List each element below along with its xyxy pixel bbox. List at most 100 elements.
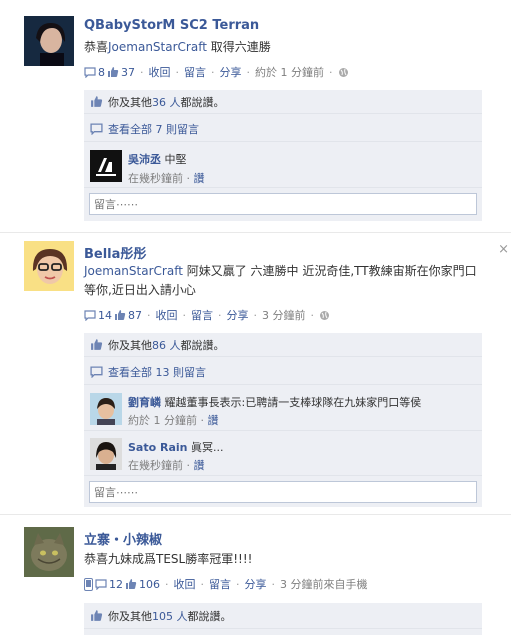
globe-icon [338, 67, 348, 77]
likers-link[interactable]: 105 人 [152, 608, 188, 624]
comment-body: 劉育嶙 耀越董事長表示:已聘請一支棒球隊在九妹家門口等侯 [128, 394, 421, 410]
thumbs-up-icon [126, 579, 137, 589]
separator: · [165, 577, 169, 591]
post-meta: 14 87 · 收回 · 留言 · 分享 · 3 分鐘前 · [84, 307, 330, 323]
timestamp[interactable]: 3 分鐘前 [262, 307, 306, 323]
like-count[interactable]: 37 [121, 66, 135, 79]
comment-count[interactable]: 14 [98, 309, 112, 322]
message-text: 恭喜 [84, 40, 109, 54]
separator: · [182, 308, 187, 322]
comment-timestamp[interactable]: 在幾秒鐘前 [128, 172, 183, 185]
like-count[interactable]: 106 [139, 578, 160, 591]
poster-name[interactable]: QBabyStorM SC2 Terran [84, 18, 259, 33]
avatar[interactable] [24, 241, 74, 291]
likers-link[interactable]: 36 人 [152, 94, 181, 110]
thumbs-up-icon [91, 339, 103, 350]
feed-story-1: QBabyStorM SC2 Terran 恭喜JoemanStarCraft … [0, 0, 511, 232]
comment-icon [90, 122, 103, 135]
avatar[interactable] [24, 527, 74, 577]
thumbs-up-icon [91, 610, 103, 621]
mobile-phone-icon [84, 577, 93, 591]
comment-input[interactable] [89, 193, 477, 215]
commenter-avatar[interactable] [90, 393, 122, 425]
comment-icon [95, 578, 107, 590]
timestamp[interactable]: 3 分鐘前來自手機 [280, 576, 368, 592]
feed-story-3: 立寨・小辣椒 恭喜九妹成爲TESL勝率冠軍!!!! 12 106 · 收回 · … [0, 515, 511, 635]
unlike-link[interactable]: 收回 [156, 307, 178, 323]
separator: · [310, 308, 315, 322]
globe-icon [320, 310, 329, 320]
comment-item: 吳沛丞 中堅 在幾秒鐘前 · 讚 [84, 144, 482, 188]
likers-link[interactable]: 86 人 [152, 337, 181, 353]
comment-body: 吳沛丞 中堅 [128, 151, 187, 167]
separator: · [200, 577, 205, 591]
comment-panel: 你及其他 105 人都說讚。 [84, 603, 482, 635]
post-meta: 12 106 · 收回 · 留言 · 分享 · 3 分鐘前來自手機 [84, 576, 368, 592]
likes-summary: 你及其他 36 人都說讚。 [84, 90, 482, 114]
comment-panel: 你及其他 36 人都說讚。 查看全部 7 則留言 吳沛丞 中堅 在幾秒鐘前 · … [84, 90, 482, 221]
comment-meta: 在幾秒鐘前 · 讚 [128, 172, 205, 185]
unlike-link[interactable]: 收回 [149, 64, 171, 80]
comment-meta: 在幾秒鐘前 · 讚 [128, 459, 205, 472]
commenter-name[interactable]: 吳沛丞 [128, 153, 161, 166]
post-message: 恭喜九妹成爲TESL勝率冠軍!!!! [84, 552, 253, 566]
commenter-avatar[interactable] [90, 438, 122, 470]
view-all-comments[interactable]: 查看全部 7 則留言 [84, 116, 482, 142]
like-count[interactable]: 87 [128, 309, 142, 322]
view-all-comments-link[interactable]: 查看全部 7 則留言 [108, 121, 199, 137]
feed-story-2: Bella彤彤 JoemanStarCraft 阿妹又贏了 六連勝中 近況奇佳,… [0, 233, 511, 513]
avatar[interactable] [24, 16, 74, 66]
tagged-page-link[interactable]: JoemanStarCraft [108, 40, 207, 54]
comment-text: 眞冥... [191, 441, 224, 454]
likes-text: 都說讚。 [180, 95, 225, 109]
poster-name[interactable]: Bella彤彤 [84, 243, 146, 262]
commenter-name[interactable]: Sato Rain [128, 441, 188, 454]
likes-text: 你及其他 [108, 95, 152, 109]
comment-count[interactable]: 12 [109, 578, 123, 591]
likes-summary: 你及其他 86 人都說讚。 [84, 333, 482, 357]
separator: · [218, 308, 222, 322]
comment-text: 耀越董事長表示:已聘請一支棒球隊在九妹家門口等侯 [164, 396, 422, 409]
thumbs-up-icon [115, 310, 126, 320]
likes-text: 都說讚。 [180, 338, 225, 352]
comment-link[interactable]: 留言 [184, 64, 206, 80]
view-all-comments[interactable]: 查看全部 13 則留言 [84, 359, 482, 385]
thumbs-up-icon [108, 67, 119, 77]
comment-timestamp[interactable]: 約於 1 分鐘前 [128, 414, 197, 427]
poster-name[interactable]: 立寨・小辣椒 [84, 529, 162, 548]
comment-icon [90, 365, 103, 378]
comment-icon [84, 66, 96, 78]
unlike-link[interactable]: 收回 [174, 576, 196, 592]
comment-link[interactable]: 留言 [191, 307, 213, 323]
separator: · [140, 65, 144, 79]
separator: · [236, 577, 240, 591]
separator: · [175, 65, 180, 79]
separator: · [329, 65, 333, 79]
commenter-name[interactable]: 劉育嶙 [128, 396, 161, 409]
comment-item: Sato Rain 眞冥... 在幾秒鐘前 · 讚 [84, 432, 482, 476]
comment-count[interactable]: 8 [98, 66, 105, 79]
comment-meta: 約於 1 分鐘前 · 讚 [128, 414, 219, 427]
comment-like-link[interactable]: 讚 [208, 414, 219, 427]
comment-like-link[interactable]: 讚 [194, 172, 205, 185]
share-link[interactable]: 分享 [227, 307, 249, 323]
view-all-comments-link[interactable]: 查看全部 13 則留言 [108, 364, 206, 380]
separator: · [253, 308, 258, 322]
timestamp[interactable]: 約於 1 分鐘前 [255, 64, 324, 80]
separator: · [211, 65, 215, 79]
comment-input[interactable] [89, 481, 477, 503]
comment-link[interactable]: 留言 [209, 576, 231, 592]
message-text: 取得六連勝 [206, 40, 271, 54]
comment-text: 中堅 [164, 153, 187, 166]
commenter-avatar[interactable] [90, 150, 122, 182]
comment-timestamp[interactable]: 在幾秒鐘前 [128, 459, 183, 472]
tagged-page-link[interactable]: JoemanStarCraft [84, 264, 183, 278]
share-link[interactable]: 分享 [220, 64, 242, 80]
separator: · [271, 577, 276, 591]
likes-summary: 你及其他 105 人都說讚。 [84, 603, 482, 629]
comment-like-link[interactable]: 讚 [194, 459, 205, 472]
post-meta: 8 37 · 收回 · 留言 · 分享 · 約於 1 分鐘前 · [84, 64, 349, 80]
post-message: 恭喜JoemanStarCraft 取得六連勝 [84, 38, 484, 57]
comment-icon [84, 309, 96, 321]
share-link[interactable]: 分享 [245, 576, 267, 592]
